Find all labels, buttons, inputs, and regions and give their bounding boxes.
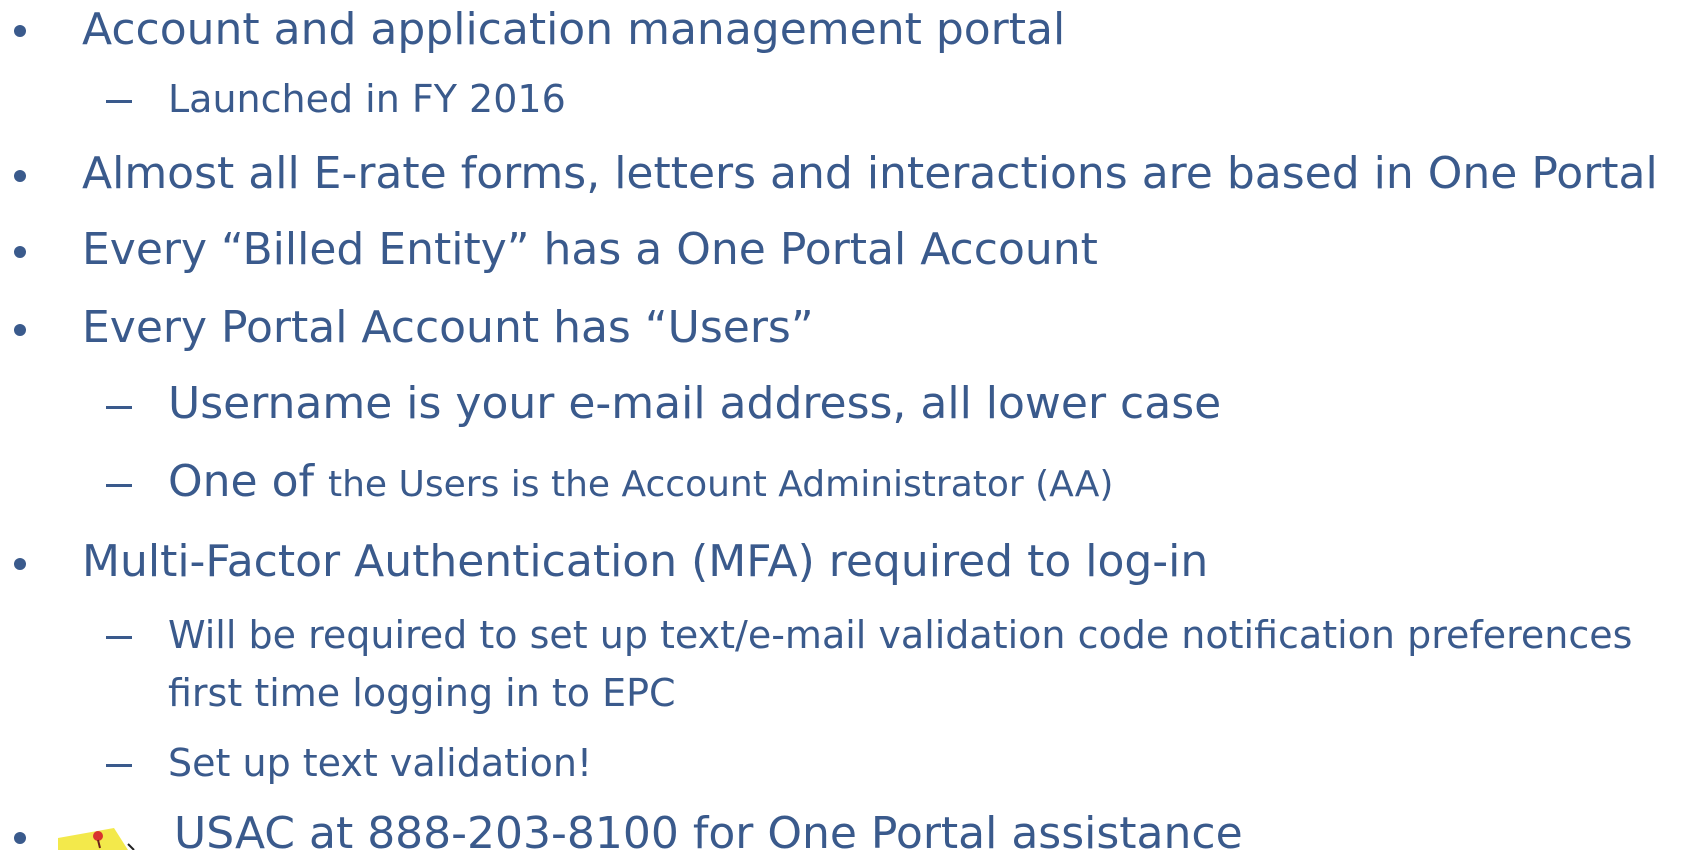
bullet-6: USAC at 888-203-8100 for One Portal assi… [174,808,1243,859]
dash-marker [106,406,132,409]
bullet-5: Multi-Factor Authentication (MFA) requir… [82,536,1209,587]
bullet-1: Account and application management porta… [82,4,1066,55]
bullet-4-sub-2-lead: One of [168,456,328,507]
bullet-marker [14,170,26,182]
bullet-4: Every Portal Account has “Users” [82,302,814,353]
bullet-marker [14,832,26,844]
bullet-4-sub-1: Username is your e-mail address, all low… [168,378,1222,429]
bullet-marker [14,558,26,570]
bullet-3: Every “Billed Entity” has a One Portal A… [82,224,1098,275]
bullet-4-sub-2-rest: the Users is the Account Administrator (… [327,464,1114,505]
dash-marker [106,764,132,767]
bullet-1-sub-1: Launched in FY 2016 [168,77,566,121]
bullet-5-sub-1-line-2: first time logging in to EPC [168,671,676,715]
dash-marker [106,484,132,487]
sticky-note-pushpin-icon [58,828,135,850]
dash-marker [106,100,132,103]
dash-marker [106,636,132,639]
bullet-5-sub-1-line-1: Will be required to set up text/e-mail v… [168,613,1633,657]
slide: Account and application management porta… [0,0,1692,856]
bullet-2: Almost all E-rate forms, letters and int… [82,148,1658,199]
bullet-4-sub-2: One of the Users is the Account Administ… [168,460,1114,506]
bullet-marker [14,25,26,37]
bullet-marker [14,246,26,258]
bullet-marker [14,324,26,336]
bullet-5-sub-2: Set up text validation! [168,741,593,785]
